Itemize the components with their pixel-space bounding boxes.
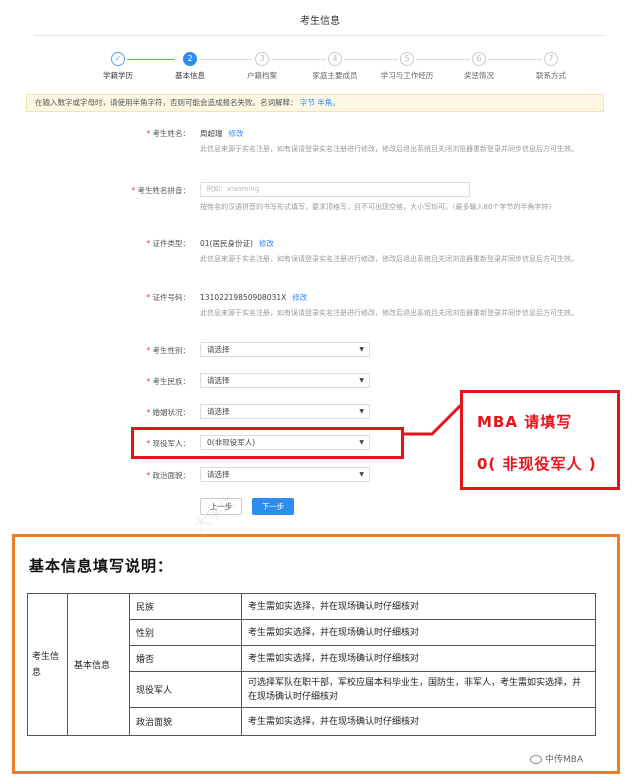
table-desc: 考生需如实选择，并在现场确认时仔细核对: [241, 593, 596, 620]
wechat-icon: [530, 755, 542, 764]
explanation-table: 考生信息 基本信息 民族 考生需如实选择，并在现场确认时仔细核对 性别 考生需如…: [27, 593, 596, 736]
table-desc: 考生需如实选择，并在现场确认时仔细核对: [241, 707, 596, 736]
table-desc: 可选择军队在职干部，军校应届本科毕业生，国防生，非军人，考生需如实选择，并在现场…: [241, 671, 596, 708]
explanation-heading: 基本信息填写说明：: [29, 557, 174, 575]
table-field: 婚否: [129, 645, 242, 672]
table-field: 现役军人: [129, 671, 242, 708]
explanation-panel: 基本信息填写说明： 考生信息 基本信息 民族 考生需如实选择，并在现场确认时仔细…: [12, 534, 620, 774]
callout-line-2: 0( 非现役军人 ): [477, 455, 597, 473]
table-category: 考生信息: [27, 593, 68, 736]
table-field: 政治面貌: [129, 707, 242, 736]
source-label: 中传MBA: [530, 752, 583, 765]
table-field: 性别: [129, 619, 242, 646]
table-subcategory: 基本信息: [67, 593, 130, 736]
table-desc: 考生需如实选择，并在现场确认时仔细核对: [241, 619, 596, 646]
callout-note: MBA 请填写 0( 非现役军人 ): [460, 390, 620, 490]
table-desc: 考生需如实选择，并在现场确认时仔细核对: [241, 645, 596, 672]
table-row: 考生信息 基本信息 民族 考生需如实选择，并在现场确认时仔细核对: [27, 593, 596, 736]
callout-line-1: MBA 请填写: [477, 413, 573, 431]
table-field: 民族: [129, 593, 242, 620]
